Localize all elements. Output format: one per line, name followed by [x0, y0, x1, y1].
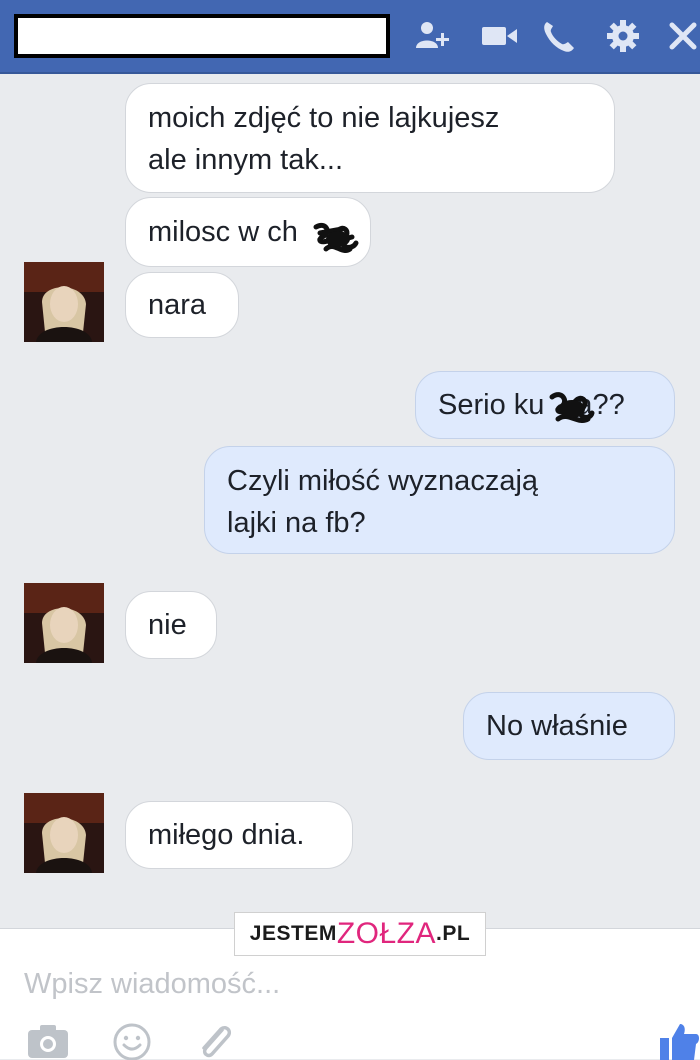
camera-icon[interactable] [26, 1020, 70, 1060]
message-bubble-incoming: miłego dnia. [125, 801, 353, 869]
message-text-line: moich zdjęć to nie lajkujesz [148, 102, 500, 134]
message-text: miłego dnia. [148, 819, 305, 851]
add-people-icon[interactable] [414, 18, 452, 54]
redaction-scribble [549, 392, 595, 423]
message-text: nie [148, 609, 187, 641]
gear-icon[interactable] [604, 18, 642, 54]
redaction-scribble [313, 222, 359, 253]
message-text: milosc w ch [148, 216, 298, 248]
message-text-line: Czyli miłość wyznaczają [227, 465, 539, 497]
like-icon[interactable] [656, 1020, 700, 1060]
message-text-line: ale innym tak... [148, 144, 344, 176]
message-bubble-outgoing: No właśnie [463, 692, 675, 760]
conversation-title-redacted[interactable] [14, 14, 390, 58]
contact-avatar[interactable] [24, 583, 104, 663]
message-bubble-outgoing: Czyli miłość wyznaczają lajki na fb? [204, 446, 675, 554]
phone-icon[interactable] [540, 18, 578, 54]
message-thread: moich zdjęć to nie lajkujesz ale innym t… [0, 74, 700, 926]
emoji-icon[interactable] [110, 1020, 154, 1060]
video-call-icon[interactable] [480, 18, 518, 54]
watermark-text: JESTEM [249, 922, 337, 945]
chat-header [0, 0, 700, 74]
message-bubble-outgoing: Serio ku a?? [415, 371, 675, 439]
attachment-icon[interactable] [192, 1020, 236, 1060]
message-bubble-incoming: moich zdjęć to nie lajkujesz ale innym t… [125, 83, 615, 193]
watermark-text: .PL [436, 922, 471, 945]
message-text: Serio ku [438, 389, 545, 421]
message-bubble-incoming: nara [125, 272, 239, 338]
contact-avatar[interactable] [24, 262, 104, 342]
message-text: No właśnie [486, 710, 628, 742]
watermark-text: ZOŁZA [336, 917, 437, 950]
contact-avatar[interactable] [24, 793, 104, 873]
message-input[interactable] [22, 953, 586, 1015]
message-text: nara [148, 289, 207, 321]
message-bubble-incoming: nie [125, 591, 217, 659]
site-watermark: JESTEM ZOŁZA .PL [234, 912, 486, 956]
close-icon[interactable] [664, 18, 700, 54]
message-text-line: lajki na fb? [227, 507, 366, 539]
